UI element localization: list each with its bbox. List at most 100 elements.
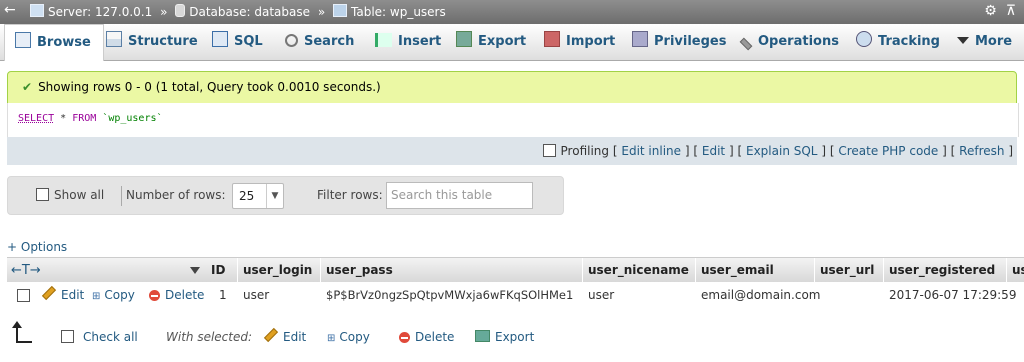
cell-user-nicename[interactable]: user (583, 282, 614, 308)
cell-user-pass[interactable]: $P$BrVz0ngzSpQtpvMWxja6wFKqSOlHMe1 (321, 282, 573, 308)
export-icon (456, 31, 472, 47)
tab-browse[interactable]: Browse (4, 24, 104, 61)
cell-user-email[interactable]: email@domain.com (696, 282, 820, 308)
navigation-box: Show all Number of rows: 25 ▼ Filter rows… (7, 176, 564, 215)
back-arrow-icon[interactable]: ← (4, 2, 16, 18)
column-header-user-registered[interactable]: user_registered (883, 258, 995, 283)
column-header-user-login[interactable]: user_login (237, 258, 312, 283)
tab-search[interactable]: Search (285, 24, 354, 60)
edit-query-link[interactable]: Edit (702, 144, 725, 158)
rows-per-page-select[interactable]: 25 ▼ (232, 183, 284, 209)
create-php-link[interactable]: Create PHP code (838, 144, 938, 158)
breadcrumb-table[interactable]: Table: wp_users (333, 4, 446, 19)
pencil-icon (41, 285, 57, 301)
breadcrumb-separator: » (160, 5, 168, 19)
tracking-icon (856, 31, 872, 47)
import-icon (544, 31, 560, 47)
tab-insert[interactable]: Insert (375, 24, 441, 60)
breadcrumb: Server: 127.0.0.1 » Database: database »… (30, 4, 446, 19)
search-icon (285, 34, 298, 47)
check-icon: ✔ (22, 80, 33, 94)
row-copy-button[interactable]: ⊞ Copy (92, 282, 135, 310)
copy-icon: ⊞ (327, 333, 336, 344)
check-all-checkbox[interactable] (61, 330, 74, 343)
table-row: Edit ⊞ Copy Delete 1 user $P$BrVz0ngzSpQt… (7, 282, 1024, 308)
edit-inline-link[interactable]: Edit inline (621, 144, 681, 158)
column-header-user-url[interactable]: user_url (814, 258, 874, 283)
show-all-toggle[interactable]: Show all (36, 188, 104, 202)
filter-label: Filter rows: (317, 188, 383, 202)
tab-export[interactable]: Export (456, 24, 526, 60)
chevron-down-icon: ▼ (266, 184, 283, 208)
structure-icon (106, 31, 122, 47)
sort-options-icon[interactable] (190, 267, 200, 274)
column-header-user-email[interactable]: user_email (695, 258, 774, 283)
bulk-edit-button[interactable]: Edit (263, 327, 306, 344)
delete-icon (149, 290, 160, 301)
explain-sql-link[interactable]: Explain SQL (746, 144, 818, 158)
column-resize-icon[interactable]: ←T→ (11, 258, 41, 283)
arrow-up-icon (12, 321, 32, 343)
row-delete-button[interactable]: Delete (149, 282, 204, 308)
options-link[interactable]: + Options (7, 240, 67, 254)
column-header-user-pass[interactable]: user_pass (320, 258, 393, 283)
sql-query-box: SELECT * FROM `wp_users` (7, 103, 1019, 137)
divider (121, 186, 122, 206)
table-icon (333, 4, 347, 17)
check-all-toggle[interactable]: Check all (61, 330, 138, 344)
column-header-id[interactable]: ID (206, 258, 225, 283)
with-selected-label: With selected: (166, 330, 253, 344)
cell-user-login[interactable]: user (238, 282, 269, 308)
privileges-icon (632, 31, 648, 47)
database-icon (175, 4, 186, 17)
breadcrumb-bar: ← Server: 127.0.0.1 » Database: database… (0, 0, 1024, 24)
sql-keyword-select: SELECT (18, 113, 55, 124)
tab-sql[interactable]: SQL (212, 24, 263, 60)
cell-id[interactable]: 1 (214, 282, 227, 308)
bulk-delete-button[interactable]: Delete (399, 330, 454, 344)
chevron-down-icon (957, 37, 969, 44)
tab-operations[interactable]: Operations (739, 24, 839, 60)
browse-icon (15, 32, 31, 48)
cell-user-registered[interactable]: 2017-06-07 17:29:59 (884, 282, 1016, 308)
tab-privileges[interactable]: Privileges (632, 24, 726, 60)
gear-icon[interactable]: ⚙ (984, 3, 997, 19)
show-all-checkbox[interactable] (36, 188, 49, 201)
sql-icon (212, 31, 228, 47)
sql-table-name: `wp_users` (102, 113, 163, 124)
tab-import[interactable]: Import (544, 24, 615, 60)
bulk-actions-bar: Check all With selected: Edit ⊞ Copy Dele… (7, 321, 707, 353)
collapse-icon[interactable]: ⊼ (1006, 3, 1016, 19)
tab-tracking[interactable]: Tracking (856, 24, 940, 60)
operations-icon (739, 37, 753, 51)
refresh-link[interactable]: Refresh (959, 144, 1004, 158)
pencil-icon (263, 327, 279, 343)
delete-icon (399, 332, 410, 343)
breadcrumb-database[interactable]: Database: database (175, 4, 310, 19)
export-icon (475, 330, 490, 342)
row-checkbox[interactable] (17, 289, 30, 302)
profiling-checkbox[interactable] (542, 144, 556, 157)
filter-rows-input[interactable] (387, 183, 530, 206)
sql-keyword-from: FROM (72, 113, 97, 124)
profiling-label: Profiling (560, 144, 610, 158)
sql-star: * (54, 113, 73, 124)
tab-bar: Browse Structure SQL Search Insert Expor… (0, 24, 1024, 61)
row-edit-button[interactable]: Edit (41, 282, 84, 308)
filter-rows-field[interactable] (386, 182, 533, 209)
breadcrumb-separator: » (317, 5, 326, 19)
column-header-overflow[interactable]: us (1006, 258, 1024, 283)
server-icon (30, 4, 44, 17)
rows-label: Number of rows: (126, 188, 226, 202)
sql-query[interactable]: SELECT * FROM `wp_users` (18, 113, 163, 124)
success-message: ✔ Showing rows 0 - 0 (1 total, Query took… (7, 71, 1017, 104)
bulk-export-button[interactable]: Export (475, 330, 534, 344)
column-header-user-nicename[interactable]: user_nicename (582, 258, 689, 283)
tab-more[interactable]: More (957, 24, 1012, 60)
cell-user-url[interactable] (815, 282, 820, 308)
insert-icon (375, 33, 392, 47)
tab-structure[interactable]: Structure (106, 24, 198, 60)
bulk-copy-button[interactable]: ⊞ Copy (327, 330, 370, 344)
breadcrumb-server[interactable]: Server: 127.0.0.1 (30, 4, 152, 19)
table-header: ←T→ ID user_login user_pass user_nicenam… (7, 257, 1024, 283)
